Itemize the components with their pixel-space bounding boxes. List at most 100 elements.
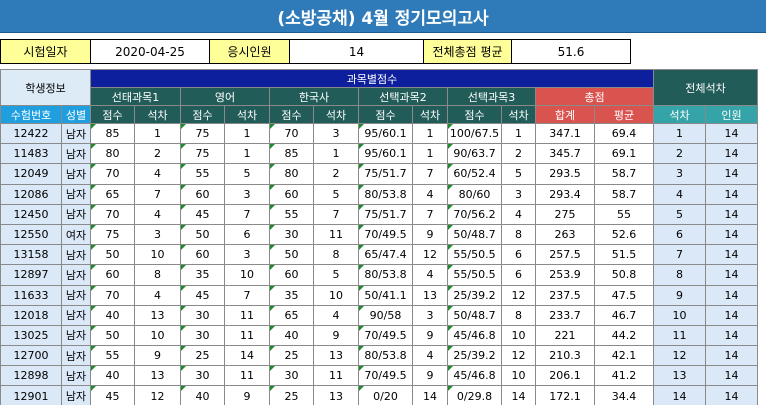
subject-2-rank-cell[interactable]: 1 bbox=[412, 122, 448, 145]
subject-2-rank-cell[interactable]: 3 bbox=[412, 304, 448, 326]
gender-cell[interactable]: 남자 bbox=[61, 143, 91, 165]
exam-number-cell[interactable]: 12049 bbox=[0, 163, 62, 185]
subject-1-score-cell[interactable]: 40 bbox=[90, 304, 135, 326]
gender-cell[interactable]: 남자 bbox=[61, 365, 91, 387]
korean-history-score-cell[interactable]: 30 bbox=[269, 365, 314, 387]
exam-number-cell[interactable]: 12018 bbox=[0, 304, 62, 326]
subject-2-rank-cell[interactable]: 4 bbox=[412, 345, 448, 367]
subject-2-score-cell[interactable]: 75/51.7 bbox=[358, 163, 413, 185]
overall-rank-cell[interactable]: 10 bbox=[653, 304, 706, 326]
total-sum-cell[interactable]: 206.1 bbox=[535, 365, 595, 387]
total-sum-cell[interactable]: 221 bbox=[535, 324, 595, 347]
total-average-cell[interactable]: 52.6 bbox=[594, 223, 654, 246]
subject-1-score-cell[interactable]: 70 bbox=[90, 203, 135, 225]
total-average-cell[interactable]: 58.7 bbox=[594, 163, 654, 185]
subject-3-rank-cell[interactable]: 2 bbox=[501, 143, 536, 165]
exam-number-cell[interactable]: 12901 bbox=[0, 385, 62, 405]
total-sum-cell[interactable]: 275 bbox=[535, 203, 595, 225]
subject-2-rank-cell[interactable]: 12 bbox=[412, 244, 448, 266]
total-average-cell[interactable]: 41.2 bbox=[594, 365, 654, 387]
english-score-cell[interactable]: 30 bbox=[180, 324, 225, 347]
korean-history-rank-cell[interactable]: 8 bbox=[313, 244, 359, 266]
korean-history-score-cell[interactable]: 25 bbox=[269, 345, 314, 367]
subject-1-score-cell[interactable]: 80 bbox=[90, 143, 135, 165]
headcount-cell[interactable]: 14 bbox=[705, 264, 758, 286]
gender-cell[interactable]: 남자 bbox=[61, 345, 91, 367]
exam-number-cell[interactable]: 12897 bbox=[0, 264, 62, 286]
total-average-cell[interactable]: 69.4 bbox=[594, 122, 654, 145]
subject-1-score-cell[interactable]: 70 bbox=[90, 284, 135, 306]
headcount-cell[interactable]: 14 bbox=[705, 163, 758, 185]
subject-3-score-cell[interactable]: 0/29.8 bbox=[447, 385, 502, 405]
subject-2-score-cell[interactable]: 70/49.5 bbox=[358, 365, 413, 387]
english-rank-cell[interactable]: 7 bbox=[224, 203, 270, 225]
subject-3-rank-cell[interactable]: 12 bbox=[501, 284, 536, 306]
subject-3-score-cell[interactable]: 25/39.2 bbox=[447, 284, 502, 306]
total-sum-cell[interactable]: 257.5 bbox=[535, 244, 595, 266]
exam-number-cell[interactable]: 13158 bbox=[0, 244, 62, 266]
english-score-cell[interactable]: 30 bbox=[180, 365, 225, 387]
total-average-cell[interactable]: 50.8 bbox=[594, 264, 654, 286]
english-score-cell[interactable]: 75 bbox=[180, 143, 225, 165]
overall-rank-cell[interactable]: 14 bbox=[653, 385, 706, 405]
subject-1-rank-cell[interactable]: 10 bbox=[134, 324, 181, 347]
total-average-cell[interactable]: 55 bbox=[594, 203, 654, 225]
korean-history-score-cell[interactable]: 80 bbox=[269, 163, 314, 185]
subject-2-rank-cell[interactable]: 14 bbox=[412, 385, 448, 405]
subject-3-rank-cell[interactable]: 10 bbox=[501, 324, 536, 347]
korean-history-rank-cell[interactable]: 11 bbox=[313, 223, 359, 246]
korean-history-rank-cell[interactable]: 5 bbox=[313, 264, 359, 286]
subject-3-score-cell[interactable]: 45/46.8 bbox=[447, 365, 502, 387]
english-rank-cell[interactable]: 11 bbox=[224, 365, 270, 387]
subject-3-rank-cell[interactable]: 6 bbox=[501, 264, 536, 286]
korean-history-score-cell[interactable]: 25 bbox=[269, 385, 314, 405]
korean-history-rank-cell[interactable]: 3 bbox=[313, 122, 359, 145]
subject-3-rank-cell[interactable]: 3 bbox=[501, 183, 536, 205]
exam-date-value[interactable]: 2020-04-25 bbox=[90, 39, 210, 64]
subject-3-score-cell[interactable]: 55/50.5 bbox=[447, 244, 502, 266]
gender-cell[interactable]: 남자 bbox=[61, 183, 91, 205]
subject-3-rank-cell[interactable]: 5 bbox=[501, 163, 536, 185]
exam-number-cell[interactable]: 12422 bbox=[0, 122, 62, 145]
korean-history-rank-cell[interactable]: 7 bbox=[313, 203, 359, 225]
exam-number-cell[interactable]: 12550 bbox=[0, 223, 62, 246]
subject-2-score-cell[interactable]: 0/20 bbox=[358, 385, 413, 405]
headcount-cell[interactable]: 14 bbox=[705, 244, 758, 266]
gender-cell[interactable]: 남자 bbox=[61, 324, 91, 347]
headcount-cell[interactable]: 14 bbox=[705, 223, 758, 246]
korean-history-score-cell[interactable]: 30 bbox=[269, 223, 314, 246]
korean-history-score-cell[interactable]: 60 bbox=[269, 183, 314, 205]
korean-history-rank-cell[interactable]: 1 bbox=[313, 143, 359, 165]
headcount-cell[interactable]: 14 bbox=[705, 304, 758, 326]
subject-2-score-cell[interactable]: 70/49.5 bbox=[358, 223, 413, 246]
subject-2-score-cell[interactable]: 70/49.5 bbox=[358, 324, 413, 347]
gender-cell[interactable]: 남자 bbox=[61, 203, 91, 225]
subject-1-score-cell[interactable]: 65 bbox=[90, 183, 135, 205]
english-rank-cell[interactable]: 10 bbox=[224, 264, 270, 286]
korean-history-score-cell[interactable]: 65 bbox=[269, 304, 314, 326]
subject-3-score-cell[interactable]: 50/48.7 bbox=[447, 304, 502, 326]
overall-rank-cell[interactable]: 11 bbox=[653, 324, 706, 347]
subject-2-rank-cell[interactable]: 9 bbox=[412, 324, 448, 347]
subject-1-rank-cell[interactable]: 12 bbox=[134, 385, 181, 405]
korean-history-rank-cell[interactable]: 4 bbox=[313, 304, 359, 326]
english-rank-cell[interactable]: 1 bbox=[224, 122, 270, 145]
headcount-cell[interactable]: 14 bbox=[705, 324, 758, 347]
subject-2-rank-cell[interactable]: 4 bbox=[412, 183, 448, 205]
korean-history-rank-cell[interactable]: 13 bbox=[313, 385, 359, 405]
total-sum-cell[interactable]: 210.3 bbox=[535, 345, 595, 367]
subject-2-rank-cell[interactable]: 7 bbox=[412, 163, 448, 185]
headcount-cell[interactable]: 14 bbox=[705, 122, 758, 145]
gender-cell[interactable]: 남자 bbox=[61, 264, 91, 286]
subject-3-score-cell[interactable]: 50/48.7 bbox=[447, 223, 502, 246]
korean-history-rank-cell[interactable]: 2 bbox=[313, 163, 359, 185]
subject-1-rank-cell[interactable]: 10 bbox=[134, 244, 181, 266]
headcount-cell[interactable]: 14 bbox=[705, 284, 758, 306]
korean-history-score-cell[interactable]: 60 bbox=[269, 264, 314, 286]
english-rank-cell[interactable]: 6 bbox=[224, 223, 270, 246]
subject-1-score-cell[interactable]: 45 bbox=[90, 385, 135, 405]
english-rank-cell[interactable]: 1 bbox=[224, 143, 270, 165]
subject-3-score-cell[interactable]: 55/50.5 bbox=[447, 264, 502, 286]
subject-3-score-cell[interactable]: 90/63.7 bbox=[447, 143, 502, 165]
english-score-cell[interactable]: 45 bbox=[180, 203, 225, 225]
